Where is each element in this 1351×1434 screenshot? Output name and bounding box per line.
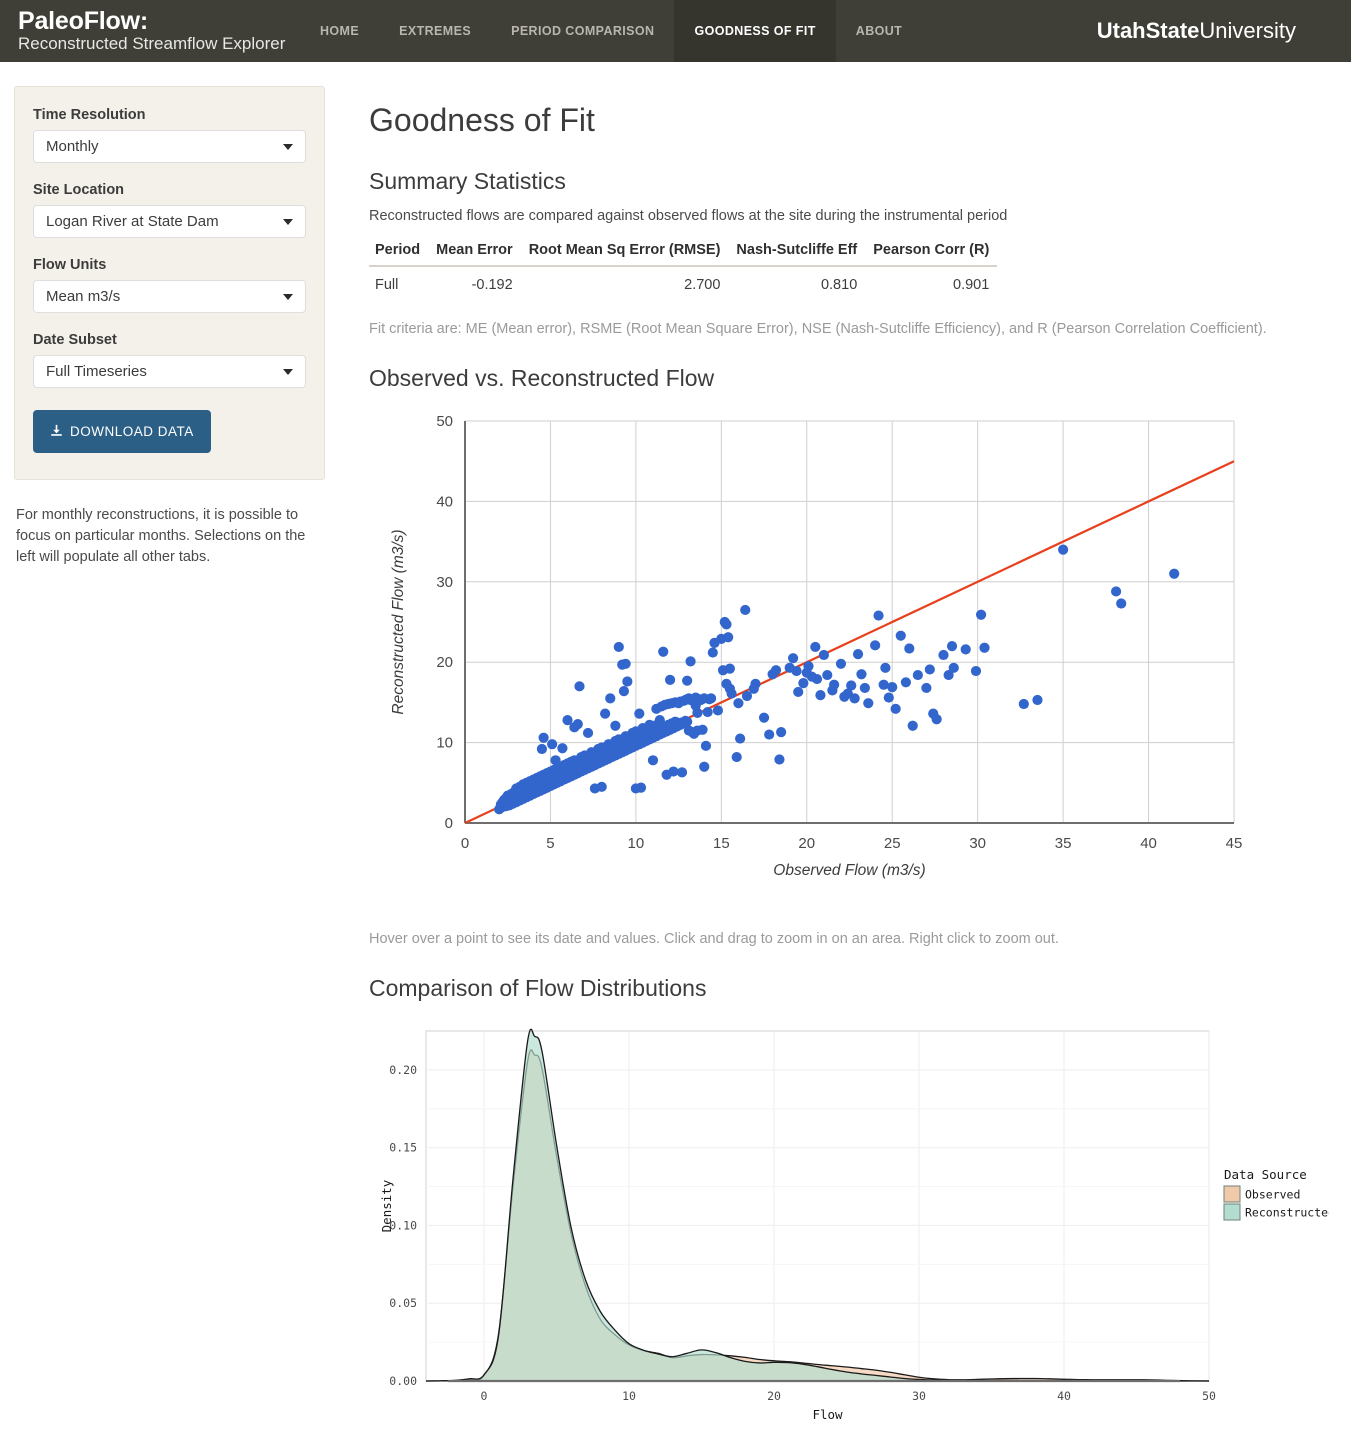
svg-text:15: 15: [713, 835, 730, 852]
cell-pearson-r: 0.901: [953, 277, 990, 293]
svg-text:40: 40: [1140, 835, 1157, 852]
tab-about[interactable]: ABOUT: [836, 0, 922, 62]
tab-home[interactable]: HOME: [300, 0, 379, 62]
download-icon: [50, 424, 63, 439]
label-time-resolution: Time Resolution: [33, 107, 146, 123]
svg-text:35: 35: [1055, 835, 1072, 852]
tab-period-comparison[interactable]: PERIOD COMPARISON: [491, 0, 674, 62]
field-site-location: Site Location Logan River at State Dam: [33, 182, 306, 238]
svg-text:10: 10: [622, 1389, 636, 1403]
svg-text:Data Source: Data Source: [1224, 1167, 1307, 1182]
scatter-svg: 0 5 10 15 20 25 30 35 40 45 0 10 20 30 40 50 Observed Fl…: [390, 413, 1243, 879]
fit-criteria-note: Fit criteria are: ME (Mean error), RSME …: [369, 321, 1267, 337]
svg-text:0.15: 0.15: [389, 1141, 417, 1155]
select-flow-units-value: Mean m3/s: [46, 288, 121, 305]
chevron-down-icon: [283, 368, 293, 375]
svg-text:40: 40: [1057, 1389, 1071, 1403]
column-header-rmse: Root Mean Sq Error (RMSE): [520, 238, 729, 267]
table-row: Full -0.192 2.700 0.810 0.901: [369, 266, 997, 301]
svg-text:Reconstructed Flow (m3/s): Reconstructed Flow (m3/s): [390, 529, 407, 714]
label-flow-units: Flow Units: [33, 257, 107, 273]
svg-text:10: 10: [436, 735, 453, 752]
select-site-location-value: Logan River at State Dam: [46, 213, 219, 230]
column-header-mean-error: Mean Error: [428, 238, 521, 267]
download-data-label: DOWNLOAD DATA: [70, 424, 194, 439]
svg-text:20: 20: [798, 835, 815, 852]
svg-text:30: 30: [436, 574, 453, 591]
main-content: Goodness of Fit Summary Statistics Recon…: [369, 86, 1335, 1434]
chevron-down-icon: [283, 293, 293, 300]
svg-text:5: 5: [546, 835, 554, 852]
column-header-nse: Nash-Sutcliffe Eff: [728, 238, 866, 267]
cell-mean-error: -0.192: [471, 277, 513, 293]
svg-text:Flow: Flow: [812, 1407, 843, 1419]
sidebar-help-note: For monthly reconstructions, it is possi…: [16, 507, 306, 565]
column-header-pearson-r: Pearson Corr (R): [865, 238, 998, 267]
svg-text:0: 0: [481, 1389, 488, 1403]
summary-statistics-table: Period Mean Error Root Mean Sq Error (RM…: [369, 238, 998, 301]
download-data-button[interactable]: DOWNLOAD DATA: [33, 410, 211, 453]
flow-distribution-density-chart[interactable]: 0 10 20 30 40 50 0.00 0.05 0.10 0.15 0.20 Flow Densi…: [369, 1019, 1335, 1434]
field-time-resolution: Time Resolution Monthly: [33, 107, 306, 163]
select-date-subset[interactable]: Full Timeseries: [33, 355, 306, 388]
brand-title: PaleoFlow:: [18, 7, 148, 35]
label-date-subset: Date Subset: [33, 332, 117, 348]
controls-sidebar: Time Resolution Monthly Site Location Lo…: [14, 86, 325, 480]
svg-text:20: 20: [436, 654, 453, 671]
select-site-location[interactable]: Logan River at State Dam: [33, 205, 306, 238]
svg-text:25: 25: [884, 835, 901, 852]
brand-block[interactable]: PaleoFlow: Reconstructed Streamflow Expl…: [0, 0, 300, 62]
svg-text:Reconstructed: Reconstructed: [1245, 1206, 1329, 1220]
nav-tabs: HOME EXTREMES PERIOD COMPARISON GOODNESS…: [300, 0, 922, 62]
svg-text:0.05: 0.05: [389, 1296, 417, 1310]
page-title: Goodness of Fit: [369, 102, 595, 138]
chevron-down-icon: [283, 143, 293, 150]
brand-subtitle: Reconstructed Streamflow Explorer: [18, 34, 286, 53]
label-site-location: Site Location: [33, 182, 125, 198]
top-navbar: PaleoFlow: Reconstructed Streamflow Expl…: [0, 0, 1351, 62]
scatter-interaction-hint: Hover over a point to see its date and v…: [369, 931, 1059, 947]
svg-text:30: 30: [969, 835, 986, 852]
tab-extremes[interactable]: EXTREMES: [379, 0, 491, 62]
svg-text:0: 0: [461, 835, 469, 852]
svg-text:Observed: Observed: [1245, 1188, 1300, 1202]
svg-text:0.00: 0.00: [389, 1374, 417, 1388]
select-date-subset-value: Full Timeseries: [46, 363, 147, 380]
svg-text:0.20: 0.20: [389, 1063, 417, 1077]
summary-statistics-lede: Reconstructed flows are compared against…: [369, 208, 1008, 224]
svg-text:20: 20: [767, 1389, 781, 1403]
cell-period: Full: [375, 277, 399, 293]
chevron-down-icon: [283, 218, 293, 225]
svg-text:45: 45: [1226, 835, 1243, 852]
select-flow-units[interactable]: Mean m3/s: [33, 280, 306, 313]
select-time-resolution-value: Monthly: [46, 138, 99, 155]
summary-statistics-heading: Summary Statistics: [369, 168, 566, 194]
select-time-resolution[interactable]: Monthly: [33, 130, 306, 163]
cell-rmse: 2.700: [684, 277, 721, 293]
svg-text:30: 30: [912, 1389, 926, 1403]
table-header-row: Period Mean Error Root Mean Sq Error (RM…: [369, 238, 998, 267]
density-svg: 0 10 20 30 40 500.000.050.100.150.20FlowDensi…: [379, 1028, 1335, 1422]
tab-goodness-of-fit[interactable]: GOODNESS OF FIT: [674, 0, 836, 62]
density-plot-heading: Comparison of Flow Distributions: [369, 975, 707, 1001]
cell-nse: 0.810: [820, 277, 858, 293]
svg-text:10: 10: [628, 835, 645, 852]
utah-state-university-logo: UtahStateUniversity: [1097, 18, 1296, 44]
svg-text:50: 50: [1202, 1389, 1216, 1403]
field-date-subset: Date Subset Full Timeseries: [33, 332, 306, 388]
svg-text:40: 40: [436, 493, 453, 510]
scatter-plot-heading: Observed vs. Reconstructed Flow: [369, 365, 715, 391]
svg-text:50: 50: [436, 413, 453, 430]
column-header-period: Period: [369, 238, 429, 267]
logo-light-text: University: [1199, 18, 1296, 43]
field-flow-units: Flow Units Mean m3/s: [33, 257, 306, 313]
observed-vs-reconstructed-scatter-chart[interactable]: 0 5 10 15 20 25 30 35 40 45 0 10 20 30 40 50 Observed Fl…: [369, 403, 1329, 913]
svg-text:Density: Density: [379, 1179, 394, 1232]
svg-text:0: 0: [445, 815, 453, 832]
svg-text:Observed Flow (m3/s): Observed Flow (m3/s): [773, 862, 925, 879]
logo-bold-text: UtahState: [1096, 18, 1200, 43]
